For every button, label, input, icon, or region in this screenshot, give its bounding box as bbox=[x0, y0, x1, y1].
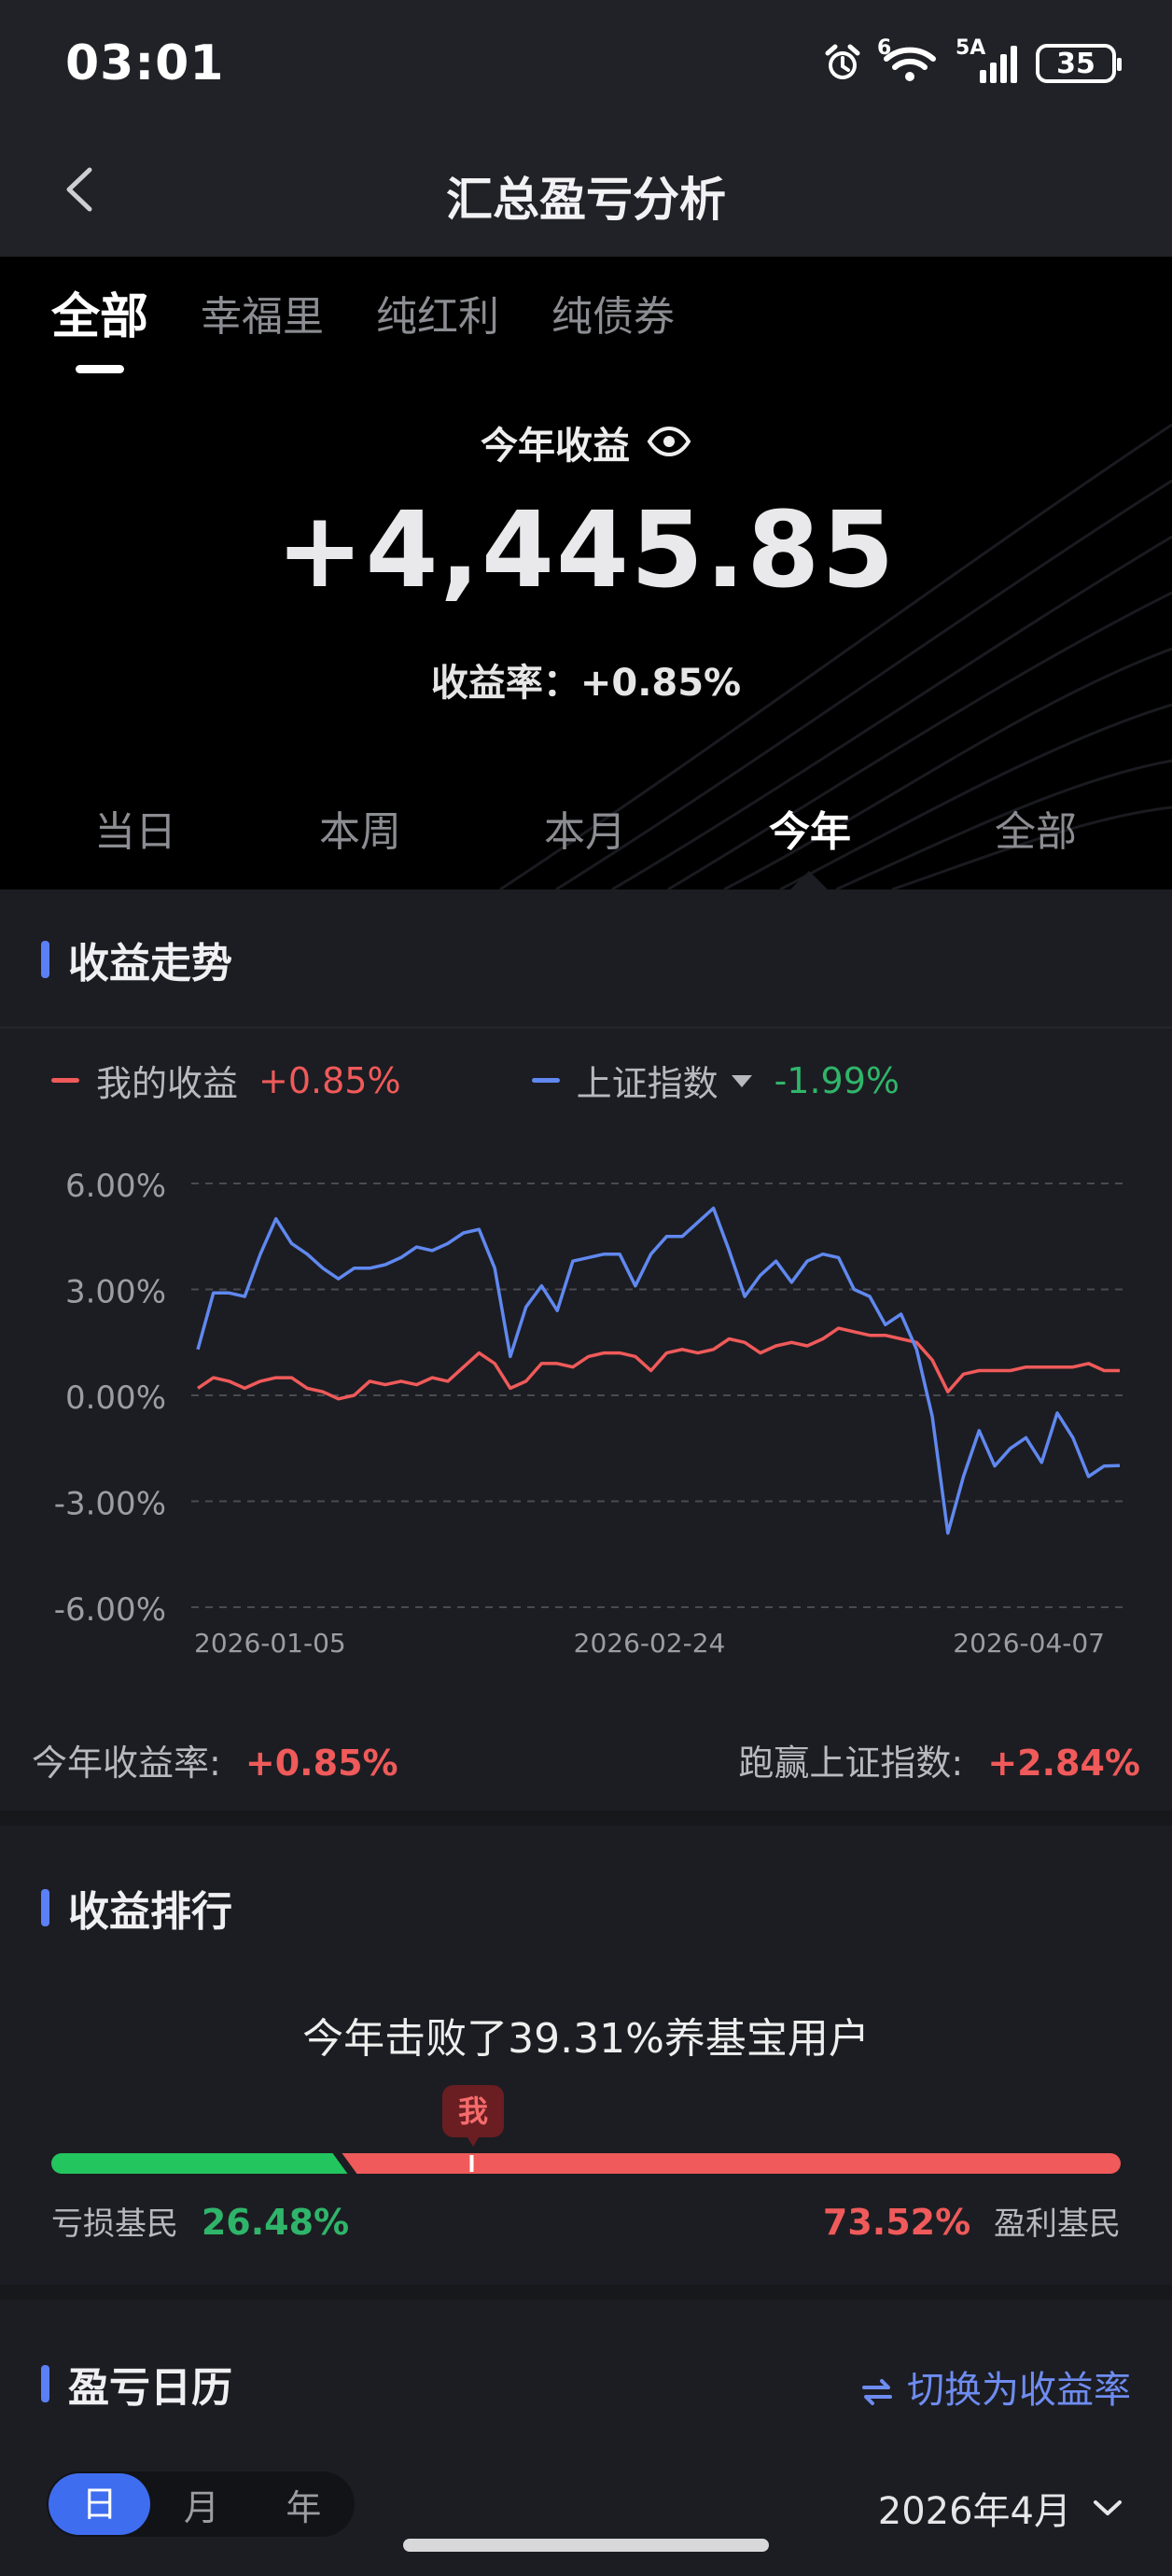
status-time: 03:01 bbox=[65, 35, 225, 91]
legend-index-label: 上证指数 bbox=[576, 1063, 719, 1104]
beat-index: 跑赢上证指数: +2.84% bbox=[738, 1734, 1140, 1785]
y-tick-label: 0.00% bbox=[65, 1379, 166, 1417]
legend-index-swatch bbox=[531, 1078, 560, 1083]
swap-icon bbox=[862, 2379, 892, 2405]
switch-to-rate-button[interactable]: 切换为收益率 bbox=[860, 2359, 1131, 2414]
period-tab-all[interactable]: 全部 bbox=[970, 798, 1101, 858]
seg-year[interactable]: 年 bbox=[253, 2479, 355, 2530]
legend-mine-value: +0.85% bbox=[258, 1059, 401, 1101]
legend-mine: 我的收益 +0.85% bbox=[51, 1055, 401, 1106]
seg-month[interactable]: 月 bbox=[150, 2479, 252, 2530]
section-title-calendar: 盈亏日历 bbox=[41, 2354, 232, 2414]
wifi-icon: 6 bbox=[877, 36, 941, 85]
fund-tab-chunhongli[interactable]: 纯红利 bbox=[376, 283, 499, 343]
status-bar: 03:01 6 5A 35 bbox=[0, 0, 1172, 131]
y-tick-label: -6.00% bbox=[54, 1591, 166, 1629]
month-label: 2026年4月 bbox=[877, 2490, 1071, 2533]
home-indicator[interactable] bbox=[403, 2539, 769, 2552]
profit-stat: 73.52% 盈利基民 bbox=[823, 2198, 1121, 2244]
fund-tab-xingfuli[interactable]: 幸福里 bbox=[201, 283, 324, 343]
ytd-rate: 今年收益率: +0.85% bbox=[32, 1734, 398, 1785]
eye-icon[interactable] bbox=[647, 424, 691, 467]
beat-index-label: 跑赢上证指数: bbox=[738, 1743, 964, 1784]
loss-segment bbox=[51, 2153, 348, 2174]
fund-tabs: 全部 幸福里 纯红利 纯债券 bbox=[51, 277, 675, 373]
legend-index-value: -1.99% bbox=[774, 1059, 900, 1101]
legend-mine-swatch bbox=[51, 1078, 79, 1083]
section-title-trend-text: 收益走势 bbox=[68, 940, 232, 987]
rank-bar bbox=[51, 2153, 1121, 2174]
y-tick-label: 6.00% bbox=[65, 1168, 166, 1205]
hero-label-row: 今年收益 bbox=[0, 415, 1172, 469]
section-gap bbox=[0, 1811, 1172, 1826]
legend-mine-label: 我的收益 bbox=[96, 1063, 239, 1104]
hero-rate-label: 收益率： bbox=[430, 662, 580, 705]
profit-label: 盈利基民 bbox=[994, 2205, 1121, 2243]
x-tick-label: 2026-01-05 bbox=[194, 1628, 346, 1659]
nav-bar: 汇总盈亏分析 bbox=[0, 140, 1172, 243]
chart-legend: 我的收益 +0.85% 上证指数 -1.99% bbox=[51, 1055, 1030, 1106]
loss-label: 亏损基民 bbox=[51, 2205, 178, 2243]
section-title-trend: 收益走势 bbox=[41, 930, 232, 989]
month-picker[interactable]: 2026年4月 bbox=[878, 2481, 1123, 2535]
section-title-ranking: 收益排行 bbox=[41, 1878, 232, 1938]
me-badge: 我 bbox=[442, 2085, 504, 2147]
page-title: 汇总盈亏分析 bbox=[446, 173, 726, 227]
period-tab-day[interactable]: 当日 bbox=[70, 798, 201, 858]
fund-tab-chunzhaiquan[interactable]: 纯债券 bbox=[551, 283, 675, 343]
legend-index[interactable]: 上证指数 -1.99% bbox=[531, 1055, 900, 1106]
alarm-icon bbox=[825, 44, 860, 79]
section-title-calendar-text: 盈亏日历 bbox=[68, 2364, 232, 2412]
period-tab-year[interactable]: 今年 bbox=[745, 798, 875, 858]
period-tab-month[interactable]: 本月 bbox=[520, 798, 650, 858]
dropdown-triangle-icon[interactable] bbox=[730, 1071, 754, 1090]
hero-label: 今年收益 bbox=[481, 425, 630, 468]
calendar-granularity: 日 月 年 bbox=[47, 2471, 355, 2537]
section-accent bbox=[41, 941, 49, 978]
trend-chart: 6.00% 3.00% 0.00% -3.00% -6.00% 2026-01-05 202… bbox=[54, 1168, 1124, 1659]
loss-stat: 亏损基民 26.48% bbox=[51, 2198, 349, 2244]
period-tabs: 当日 本周 本月 今年 全部 bbox=[0, 798, 1172, 873]
beat-index-value: +2.84% bbox=[987, 1743, 1140, 1784]
me-marker bbox=[469, 2155, 474, 2172]
section-accent bbox=[41, 1889, 49, 1926]
wifi-label: 6 bbox=[877, 36, 892, 60]
rank-headline: 今年击败了39.31%养基宝用户 bbox=[302, 2015, 870, 2063]
profit-value: 73.52% bbox=[822, 2202, 971, 2243]
section-divider bbox=[0, 1027, 1172, 1029]
seg-day[interactable]: 日 bbox=[49, 2473, 151, 2535]
signal-icon: 5A bbox=[956, 36, 1021, 85]
y-tick-label: 3.00% bbox=[65, 1274, 166, 1311]
summary-hero: 全部 幸福里 纯红利 纯债券 今年收益 +4,445.85 收益率：+0.85%… bbox=[0, 257, 1172, 889]
section-accent bbox=[41, 2365, 49, 2402]
series-line-mine bbox=[197, 1326, 1120, 1401]
period-tab-week[interactable]: 本周 bbox=[295, 798, 426, 858]
y-tick-label: -3.00% bbox=[54, 1486, 166, 1523]
section-gap bbox=[0, 2285, 1172, 2300]
status-icons: 6 5A 35 bbox=[821, 36, 1122, 90]
loss-value: 26.48% bbox=[201, 2202, 350, 2243]
x-tick-label: 2026-02-24 bbox=[574, 1628, 726, 1659]
chevron-down-icon bbox=[1094, 2500, 1122, 2515]
section-title-ranking-text: 收益排行 bbox=[68, 1888, 232, 1936]
hero-rate-value: +0.85% bbox=[579, 662, 742, 705]
x-tick-label: 2026-04-07 bbox=[953, 1628, 1105, 1659]
ytd-rate-label: 今年收益率: bbox=[32, 1743, 221, 1784]
hero-amount: +4,445.85 bbox=[275, 490, 897, 611]
hero-rate: 收益率：+0.85% bbox=[0, 652, 1172, 707]
active-tab-caret bbox=[790, 871, 828, 889]
battery-icon: 35 bbox=[1036, 44, 1122, 83]
ytd-rate-value: +0.85% bbox=[244, 1743, 398, 1784]
signal-label: 5A bbox=[956, 36, 986, 60]
fund-tab-all[interactable]: 全部 bbox=[51, 277, 148, 373]
switch-label: 切换为收益率 bbox=[907, 2369, 1131, 2412]
profit-segment bbox=[342, 2153, 1121, 2174]
